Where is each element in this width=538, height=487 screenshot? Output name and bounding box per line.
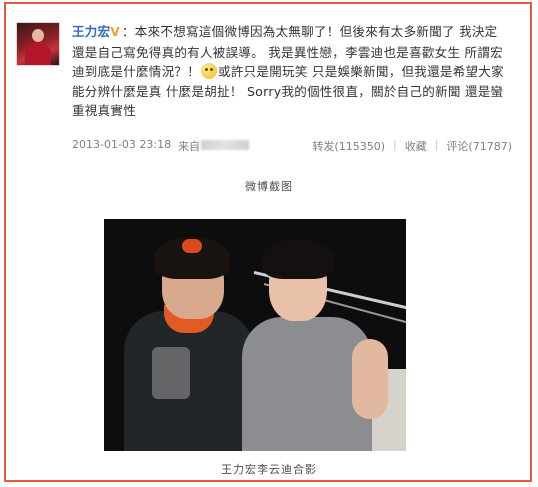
source-label: 来自: [178, 140, 200, 153]
avatar[interactable]: [16, 22, 60, 66]
person-right-arm: [352, 339, 388, 419]
comment-button[interactable]: 评论(71787): [446, 138, 512, 154]
smile-emoji-icon: [201, 63, 218, 79]
person-left-shirt-print: [152, 347, 190, 399]
group-photo: [104, 219, 406, 451]
post-timestamp[interactable]: 2013-01-03 23:18: [72, 138, 171, 151]
avatar-body: [25, 42, 51, 65]
post-text: 王力宏V ：本來不想寫這個微博因為太無聊了！但後來有太多新聞了 我決定還是自己寫免…: [72, 22, 510, 121]
separator: |: [434, 138, 439, 151]
post-actions: 转发(115350) | 收藏 | 评论(71787): [312, 138, 512, 154]
repost-button[interactable]: 转发(115350): [312, 138, 385, 154]
username-link[interactable]: 王力宏: [72, 24, 110, 39]
verified-icon: V: [110, 25, 120, 39]
screenshot-caption: 微博截图: [245, 180, 293, 193]
separator: |: [392, 138, 397, 151]
person-right-hair: [262, 239, 334, 279]
source-blurred: [201, 140, 249, 150]
favorite-button[interactable]: 收藏: [405, 138, 427, 154]
avatar-head: [32, 29, 44, 42]
photo-caption: 王力宏李云迪合影: [221, 463, 317, 476]
person-left-cap: [182, 239, 202, 253]
post-meta: 2013-01-03 23:18 来自 转发(115350) | 收藏 | 评论…: [72, 138, 512, 154]
